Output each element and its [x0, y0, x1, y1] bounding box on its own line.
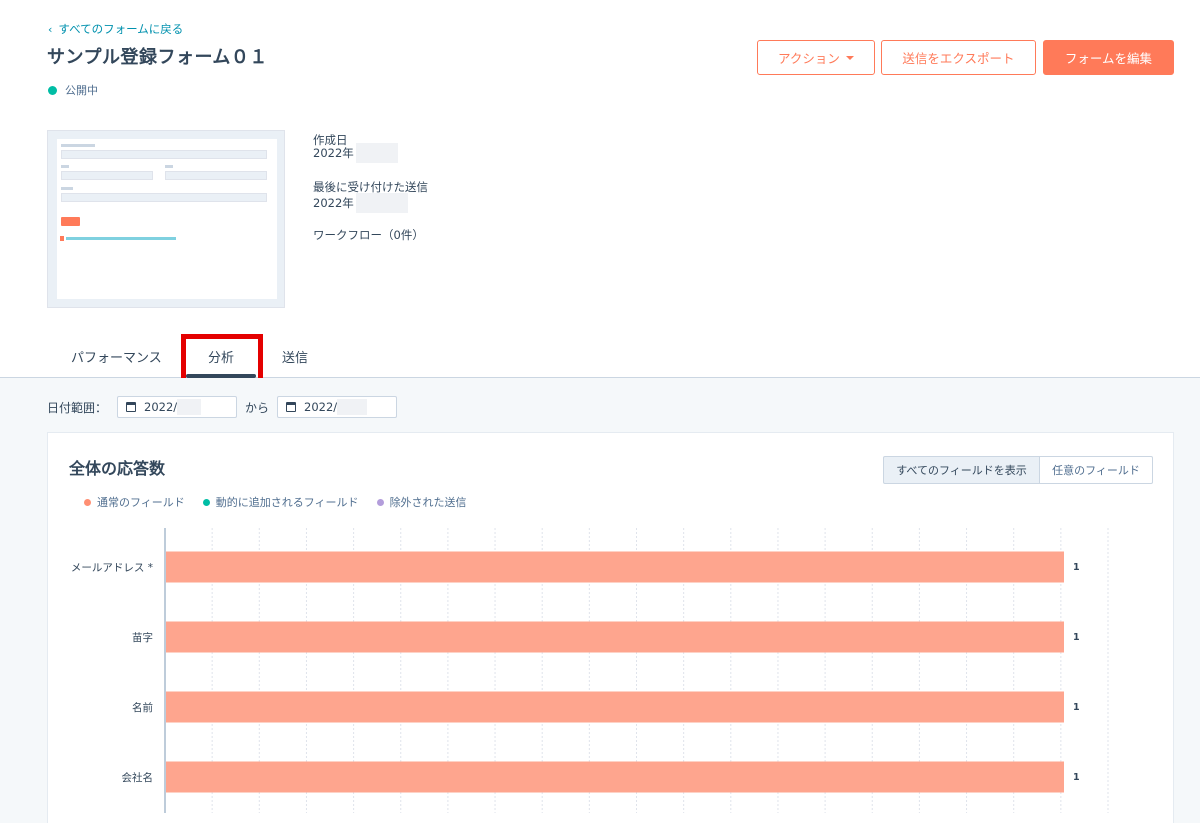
back-link-label: すべてのフォームに戻る [58, 22, 184, 36]
back-to-forms-link[interactable]: ‹ すべてのフォームに戻る [48, 21, 183, 37]
form-preview-thumbnail[interactable] [47, 130, 285, 308]
date-to-input[interactable]: 2022/ [277, 396, 398, 418]
status-label: 公開中 [65, 84, 98, 97]
date-range-filter: 日付範囲： 2022/ から 2022/ [47, 396, 398, 418]
export-submissions-button[interactable]: 送信をエクスポート [881, 40, 1036, 75]
actions-button-label: アクション [778, 51, 840, 66]
bar[interactable] [166, 621, 1064, 653]
caret-down-icon [845, 55, 854, 60]
responses-card: 全体の応答数 すべてのフィールドを表示 任意のフィールド 通常のフィールド 動的… [47, 432, 1174, 823]
redacted-block [355, 193, 408, 213]
bar[interactable] [166, 691, 1064, 723]
status-indicator: 公開中 [48, 82, 98, 98]
date-from-input[interactable]: 2022/ [117, 396, 238, 418]
tab-bar: パフォーマンス 分析 送信 [0, 330, 1200, 378]
page-title: サンプル登録フォーム０１ [47, 47, 268, 68]
value-label: 1 [1073, 772, 1080, 783]
responses-bar-chart: メールアドレス * 1 苗字 1 名前 1 会社名 1 [71, 528, 1109, 813]
calendar-icon [126, 402, 137, 412]
status-dot-icon [48, 85, 57, 95]
actions-dropdown-button[interactable]: アクション [757, 40, 875, 75]
bar[interactable] [166, 761, 1064, 793]
chevron-left-icon: ‹ [48, 22, 53, 36]
date-range-label: 日付範囲： [47, 400, 108, 415]
category-label: 苗字 [132, 631, 153, 644]
created-value: 2022年 [313, 143, 398, 163]
category-label: 会社名 [122, 771, 154, 784]
value-label: 1 [1073, 562, 1080, 573]
date-range-separator: から [245, 400, 270, 415]
redacted-block [337, 399, 368, 415]
category-label: メールアドレス * [71, 562, 153, 574]
tab-performance[interactable]: パフォーマンス [71, 347, 162, 366]
bar[interactable] [166, 551, 1064, 583]
category-label: 名前 [132, 701, 153, 714]
edit-form-button[interactable]: フォームを編集 [1043, 40, 1174, 75]
tab-submissions[interactable]: 送信 [282, 347, 308, 366]
calendar-icon [286, 402, 297, 412]
value-label: 1 [1073, 632, 1080, 643]
redacted-block [177, 399, 202, 415]
workflow-label[interactable]: ワークフロー（0件） [313, 227, 424, 243]
value-label: 1 [1073, 702, 1080, 713]
redacted-block [355, 143, 398, 163]
last-submission-value: 2022年 [313, 193, 408, 213]
